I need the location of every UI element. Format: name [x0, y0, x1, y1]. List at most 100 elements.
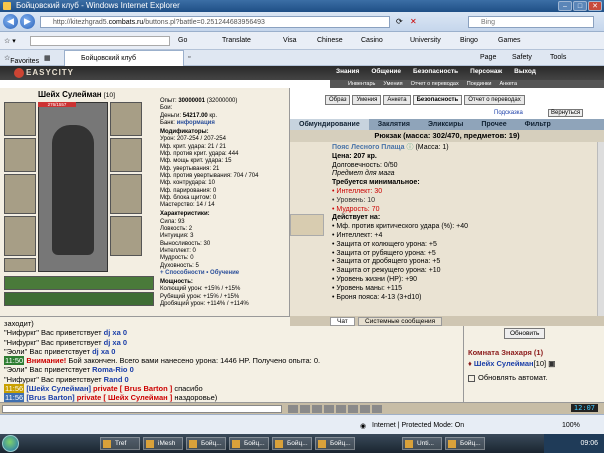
- stop-icon[interactable]: ✕: [410, 17, 417, 26]
- users-icon[interactable]: [372, 405, 382, 413]
- nav-exit[interactable]: Выход: [508, 68, 542, 75]
- amulet-slot[interactable]: [4, 138, 36, 172]
- send-icon[interactable]: [288, 405, 298, 413]
- attributes-title[interactable]: Характеристики:: [160, 211, 286, 218]
- subnav-profile[interactable]: Анкета: [499, 80, 517, 88]
- chat-sender[interactable]: [Шейх Сулейман]: [26, 384, 91, 393]
- room-user[interactable]: ♦ Шейх Сулейман[10] ▣: [468, 359, 555, 368]
- nav-security[interactable]: Безопасность: [407, 68, 464, 75]
- close-button[interactable]: ✕: [588, 1, 602, 11]
- tab-other[interactable]: Прочее: [472, 119, 515, 130]
- maximize-button[interactable]: □: [573, 1, 587, 11]
- tab-equipment[interactable]: Обмундирование: [290, 119, 369, 130]
- elixir-slots[interactable]: [4, 292, 154, 306]
- task-item[interactable]: Бойц...: [445, 437, 485, 450]
- nav-knowledge[interactable]: Знания: [330, 68, 365, 75]
- safety-menu[interactable]: Safety: [512, 54, 532, 61]
- task-item[interactable]: Бойц...: [229, 437, 269, 450]
- hint-link[interactable]: Подсказка: [494, 110, 523, 116]
- minimize-button[interactable]: –: [558, 1, 572, 11]
- chat-input[interactable]: [2, 405, 282, 413]
- tools-menu[interactable]: Tools: [550, 54, 566, 61]
- tab-active[interactable]: Бойцовский клуб: [64, 50, 184, 66]
- nav-character[interactable]: Персонаж: [464, 68, 508, 75]
- task-item[interactable]: Бойц...: [315, 437, 355, 450]
- chat-timestamp[interactable]: 11:56: [4, 384, 25, 394]
- refresh-button[interactable]: Обновить: [504, 328, 546, 339]
- boots-slot[interactable]: [110, 216, 142, 256]
- start-button[interactable]: [2, 435, 19, 452]
- subnav-inventory[interactable]: Инвентарь: [348, 80, 375, 88]
- subnav-transfers[interactable]: Отчет о переводах: [411, 80, 459, 88]
- profile-button[interactable]: Анкета: [383, 95, 411, 105]
- subnav-battles[interactable]: Поединки: [467, 80, 492, 88]
- transfer-report-button[interactable]: Отчет о переводах: [464, 95, 525, 105]
- subnav-skills[interactable]: Умения: [383, 80, 402, 88]
- translate-button[interactable]: Translate: [222, 37, 251, 44]
- chat-sender[interactable]: [Brus Barton]: [26, 393, 74, 402]
- games-link[interactable]: Games: [498, 37, 521, 44]
- task-item[interactable]: Tref: [100, 437, 140, 450]
- modifiers-title[interactable]: Модификаторы:: [160, 129, 286, 136]
- chat-user[interactable]: dj xa 0: [92, 347, 115, 356]
- skills-button[interactable]: Умения: [352, 95, 382, 105]
- back-link[interactable]: Вернуться: [548, 109, 584, 117]
- rune-slots[interactable]: [4, 276, 154, 290]
- forward-button[interactable]: ▶: [20, 14, 35, 29]
- shield-slot[interactable]: [110, 174, 142, 214]
- chat-user[interactable]: Roma-Rio 0: [92, 365, 134, 374]
- security-button[interactable]: Безопасность: [412, 95, 463, 105]
- item-name[interactable]: Пояс Лесного Плаща: [332, 144, 405, 151]
- chat-timestamp[interactable]: 11:56: [4, 393, 25, 402]
- earring-slot[interactable]: [110, 102, 142, 136]
- visa-link[interactable]: Visa: [283, 37, 297, 44]
- go-button[interactable]: Go: [178, 37, 187, 44]
- weapon-slot[interactable]: [4, 174, 36, 214]
- chat-user[interactable]: dj xa 0: [104, 328, 127, 337]
- task-item[interactable]: Бойц...: [272, 437, 312, 450]
- auto-update-checkbox[interactable]: Обновлять автомат.: [468, 373, 547, 382]
- chat-user[interactable]: dj xa 0: [104, 338, 127, 347]
- sound-icon[interactable]: [348, 405, 358, 413]
- chat-timestamp[interactable]: 11:50: [4, 356, 25, 366]
- helmet-slot[interactable]: [4, 102, 36, 136]
- casino-link[interactable]: Casino: [361, 37, 383, 44]
- translit-icon[interactable]: [336, 405, 346, 413]
- nav-communication[interactable]: Общение: [365, 68, 407, 75]
- task-item[interactable]: Unti...: [402, 437, 442, 450]
- belt-item-icon[interactable]: [290, 214, 324, 236]
- tab-chat[interactable]: Чат: [330, 317, 355, 326]
- gloves-slot[interactable]: [110, 138, 142, 172]
- task-item[interactable]: iMesh: [143, 437, 183, 450]
- url-field[interactable]: http://kitezhgrad5.combats.ru/buttons.pl…: [40, 16, 390, 28]
- chinese-link[interactable]: Chinese: [317, 37, 343, 44]
- tab-spells[interactable]: Заклятия: [369, 119, 419, 130]
- info-icon[interactable]: ▣: [548, 359, 555, 368]
- task-item[interactable]: Бойц...: [186, 437, 226, 450]
- clear-icon[interactable]: [300, 405, 310, 413]
- abilities-link[interactable]: + Способности • Обучение: [160, 270, 286, 277]
- star-icon[interactable]: ☆ ▾: [4, 37, 16, 45]
- bingo-link[interactable]: Bingo: [460, 37, 478, 44]
- zoom-level[interactable]: 100%: [562, 422, 580, 429]
- armor-slot[interactable]: [4, 216, 36, 256]
- university-link[interactable]: University: [410, 37, 441, 44]
- toolbar-search-input[interactable]: [30, 36, 170, 46]
- tab-system-messages[interactable]: Системные сообщения: [358, 317, 443, 326]
- favorites-button[interactable]: ☆ Favorites: [4, 54, 39, 65]
- image-button[interactable]: Образ: [325, 95, 351, 105]
- new-tab-button[interactable]: ▫: [188, 54, 190, 61]
- chat-user[interactable]: Rand 0: [104, 375, 129, 384]
- filter-icon[interactable]: [324, 405, 334, 413]
- tab-elixirs[interactable]: Эликсиры: [419, 119, 472, 130]
- back-button[interactable]: ◀: [3, 14, 18, 29]
- tab-filter[interactable]: Фильтр: [516, 119, 560, 130]
- belt-slot[interactable]: [4, 258, 36, 272]
- refresh-icon[interactable]: ⟳: [396, 17, 403, 26]
- page-menu[interactable]: Page: [480, 54, 496, 61]
- bank-link[interactable]: информация: [177, 120, 215, 126]
- item-info-icon[interactable]: ⓘ: [407, 144, 414, 151]
- item-scrollbar[interactable]: [597, 142, 604, 316]
- search-field[interactable]: Bing: [468, 16, 594, 28]
- tab-grid-icon[interactable]: ▦: [44, 54, 51, 62]
